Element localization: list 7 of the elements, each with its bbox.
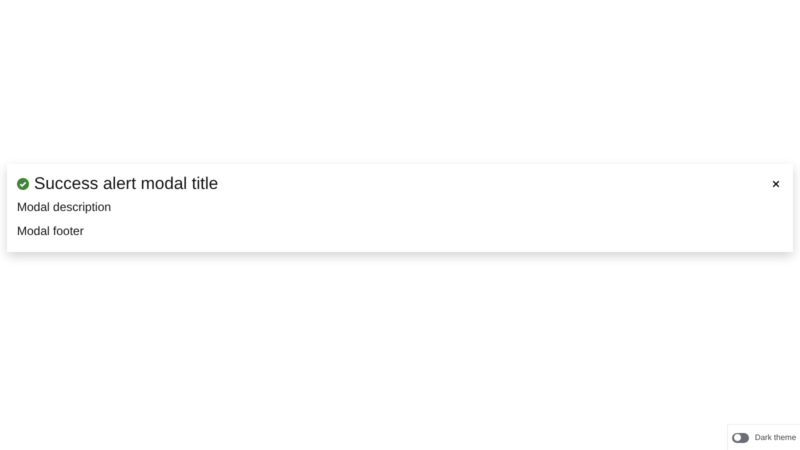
close-icon <box>771 179 781 189</box>
modal-description: Modal description <box>17 200 112 214</box>
dark-theme-toggle[interactable] <box>732 432 749 442</box>
check-circle-icon <box>17 178 29 190</box>
modal-footer: Modal footer <box>17 224 783 238</box>
dark-theme-label: Dark theme <box>754 433 796 442</box>
modal-title: Success alert modal title <box>34 174 220 194</box>
